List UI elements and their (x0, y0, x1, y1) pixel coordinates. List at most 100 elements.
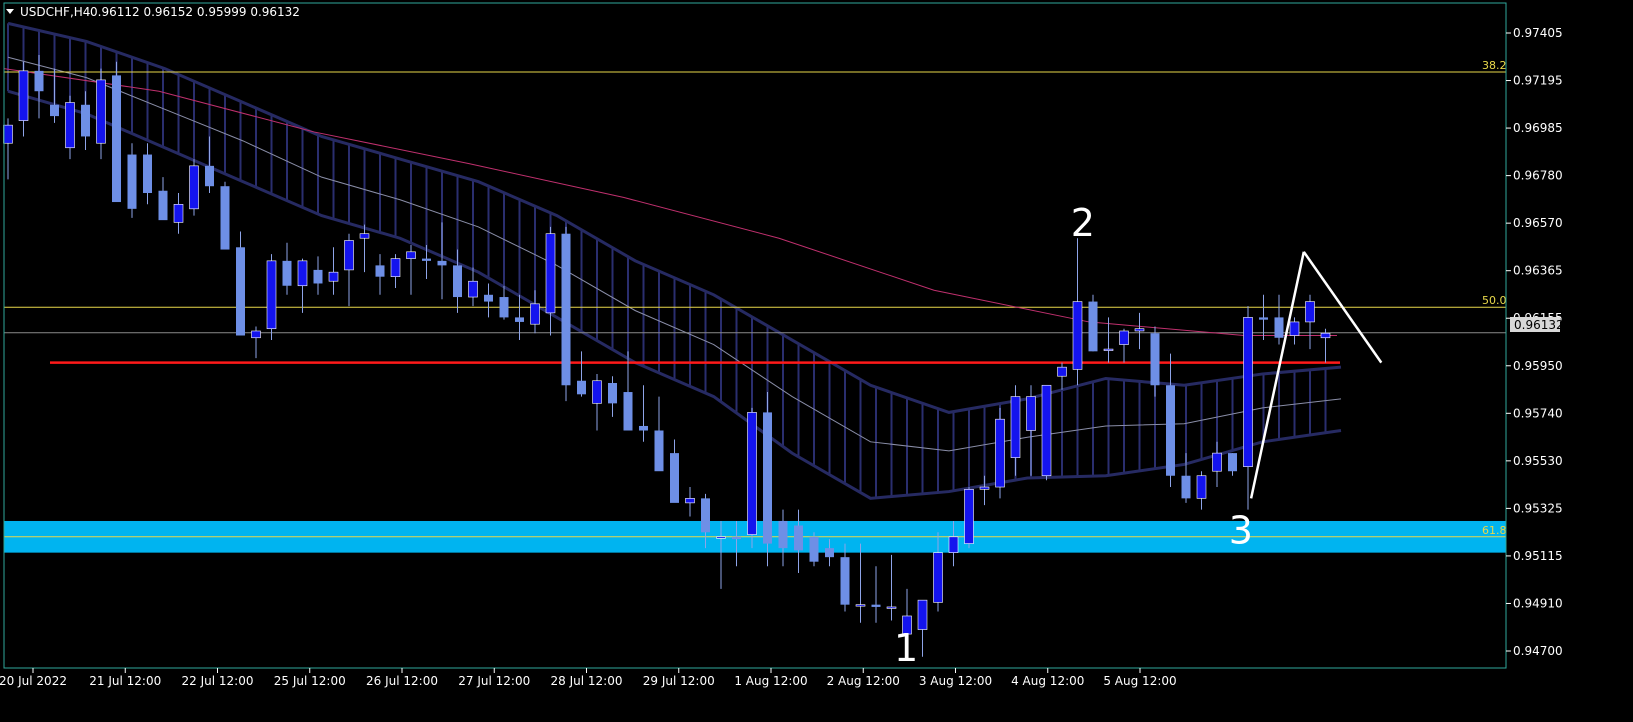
candle-body[interactable] (732, 536, 741, 540)
candle-body[interactable] (716, 536, 726, 539)
candle-body[interactable] (840, 557, 850, 605)
candle-body[interactable] (1134, 328, 1145, 332)
candle-body[interactable] (205, 165, 214, 187)
candle-body[interactable] (81, 104, 90, 137)
candle-body[interactable] (453, 265, 462, 298)
candle-body[interactable] (313, 269, 323, 284)
candle-body[interactable] (670, 453, 679, 503)
candle-body[interactable] (917, 599, 928, 630)
candle-body[interactable] (468, 280, 478, 298)
y-tick-label: 0.96570 (1513, 216, 1563, 230)
candle-body[interactable] (545, 233, 556, 314)
candle-body[interactable] (639, 425, 648, 431)
candle-body[interactable] (143, 154, 152, 193)
candle-body[interactable] (1041, 384, 1052, 477)
candle-body[interactable] (794, 525, 803, 551)
candle-body[interactable] (685, 498, 695, 504)
candle-body[interactable] (1274, 317, 1284, 338)
candle-body[interactable] (1119, 330, 1129, 345)
candle-body[interactable] (886, 606, 897, 609)
candle-body[interactable] (1150, 333, 1160, 386)
candle-body[interactable] (375, 265, 385, 277)
candle-body[interactable] (1196, 475, 1207, 499)
candle-body[interactable] (654, 430, 664, 472)
candle-body[interactable] (1103, 348, 1114, 351)
candle-body[interactable] (251, 330, 261, 339)
candle-body[interactable] (948, 536, 959, 553)
candle-body[interactable] (747, 412, 757, 535)
candle-body[interactable] (561, 233, 571, 386)
chart-background (0, 0, 1633, 722)
candle-body[interactable] (344, 240, 354, 271)
candle-body[interactable] (173, 204, 184, 223)
price-chart[interactable]: 38.2 50.0 61.8 1 2 3 0.97405 0.97195 0.96985 0.… (0, 0, 1633, 722)
candle-body[interactable] (3, 124, 13, 144)
y-tick-label: 0.96780 (1513, 169, 1563, 183)
x-tick-label: 25 Jul 12:00 (274, 674, 346, 688)
fib-level-label: 61.8 (1482, 524, 1507, 537)
candle-body[interactable] (484, 294, 493, 302)
candle-body[interactable] (34, 70, 44, 92)
candle-body[interactable] (127, 154, 137, 209)
candle-body[interactable] (1072, 301, 1083, 370)
candle-body[interactable] (297, 260, 308, 287)
candle-body[interactable] (1289, 321, 1300, 336)
candle-body[interactable] (1026, 396, 1036, 431)
x-tick-label: 1 Aug 12:00 (734, 674, 807, 688)
candle-body[interactable] (1166, 385, 1175, 476)
candle-body[interactable] (608, 383, 617, 404)
x-tick-label: 3 Aug 12:00 (919, 674, 992, 688)
current-price-badge: 0.96132 (1510, 317, 1564, 332)
candle-body[interactable] (282, 260, 292, 286)
candle-body[interactable] (701, 498, 710, 533)
candle-body[interactable] (871, 604, 881, 607)
candle-body[interactable] (1243, 317, 1253, 467)
candle-body[interactable] (236, 247, 245, 336)
candle-body[interactable] (266, 260, 277, 330)
fib-level-label: 38.2 (1482, 59, 1507, 72)
candle-body[interactable] (530, 303, 540, 325)
candle-body[interactable] (1181, 475, 1191, 499)
candle-body[interactable] (422, 258, 431, 261)
x-tick-label: 20 Jul 2022 (0, 674, 67, 688)
candle-body[interactable] (1212, 452, 1222, 472)
candle-body[interactable] (158, 190, 168, 221)
y-tick-label: 0.95950 (1513, 359, 1563, 373)
fib-level-label: 50.0 (1482, 294, 1507, 307)
candle-body[interactable] (96, 79, 106, 144)
candle-body[interactable] (189, 165, 199, 210)
candle-body[interactable] (592, 380, 602, 404)
candle-body[interactable] (995, 418, 1005, 488)
candle-body[interactable] (964, 489, 974, 544)
candle-body[interactable] (359, 233, 370, 239)
candle-body[interactable] (1228, 453, 1237, 472)
candle-body[interactable] (328, 271, 339, 282)
candle-body[interactable] (515, 317, 524, 322)
candle-body[interactable] (220, 186, 230, 250)
candle-body[interactable] (825, 548, 834, 558)
candle-body[interactable] (18, 70, 29, 121)
candle-body[interactable] (1088, 301, 1098, 352)
candle-body[interactable] (778, 520, 788, 549)
candle-body[interactable] (809, 536, 819, 562)
candle-body[interactable] (1010, 396, 1021, 458)
candle-body[interactable] (499, 297, 509, 318)
candle-body[interactable] (623, 392, 633, 431)
candle-body[interactable] (979, 486, 990, 490)
candle-body[interactable] (1057, 366, 1067, 377)
candle-body[interactable] (763, 412, 772, 544)
candle-body[interactable] (112, 75, 121, 203)
candle-body[interactable] (1320, 332, 1331, 339)
x-tick-label: 27 Jul 12:00 (458, 674, 530, 688)
candle-body[interactable] (65, 102, 75, 149)
candle-body[interactable] (50, 104, 59, 117)
candle-body[interactable] (577, 380, 586, 395)
candle-body[interactable] (933, 552, 943, 603)
candle-body[interactable] (390, 258, 401, 277)
candle-body[interactable] (1305, 301, 1315, 323)
candle-body[interactable] (437, 260, 447, 266)
candle-body[interactable] (406, 251, 416, 259)
candle-body[interactable] (1259, 317, 1268, 320)
wave-label: 1 (894, 626, 918, 670)
candle-body[interactable] (855, 604, 866, 607)
